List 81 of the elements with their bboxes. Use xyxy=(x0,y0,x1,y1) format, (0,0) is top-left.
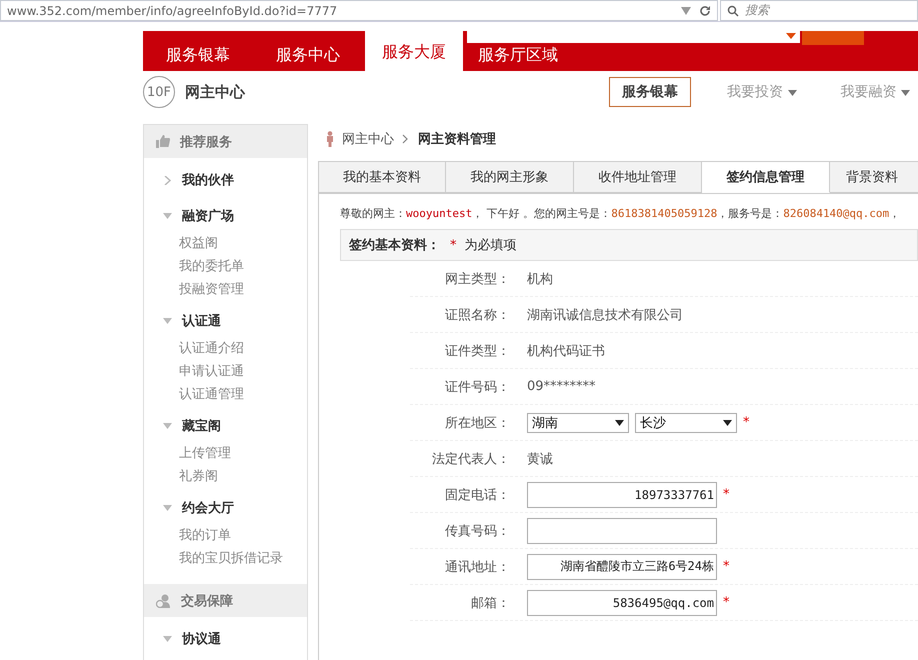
expand-caret-icon[interactable] xyxy=(163,318,172,324)
caret-icon xyxy=(788,90,797,96)
sidebar-item[interactable]: 礼券阁 xyxy=(144,465,307,488)
caret-icon xyxy=(901,90,910,96)
nav-tab[interactable]: 服务中心 xyxy=(253,44,363,66)
tab[interactable]: 我的网主形象 xyxy=(446,161,574,193)
dropdown-icon[interactable] xyxy=(681,6,691,14)
field-label: 法定代表人： xyxy=(431,450,510,468)
tab[interactable]: 签约信息管理 xyxy=(702,161,830,193)
chevron-icon xyxy=(402,134,408,144)
expand-caret-icon[interactable] xyxy=(163,636,172,642)
floor-badge: 10F xyxy=(143,76,175,108)
person-icon xyxy=(326,131,334,147)
select-field[interactable]: 长沙 xyxy=(635,412,737,432)
required-mark: * xyxy=(723,487,730,502)
sidebar-group[interactable]: 融资广场 xyxy=(182,207,234,225)
page-title: 网主中心 xyxy=(185,82,245,102)
caret-icon xyxy=(723,420,732,426)
field-label: 证件号码： xyxy=(444,378,510,396)
field-value: 黄诚 xyxy=(527,450,553,468)
search-input[interactable] xyxy=(465,31,802,45)
required-mark: * xyxy=(723,595,730,610)
field-label: 所在地区： xyxy=(444,414,510,432)
field-value: 湖南讯诚信息技术有限公司 xyxy=(527,306,683,324)
field-label: 证照名称： xyxy=(444,306,510,324)
search-icon xyxy=(727,4,739,16)
caret-icon xyxy=(615,420,624,426)
sidebar-item[interactable]: 上传管理 xyxy=(144,442,307,465)
sidebar-group[interactable]: 约会大厅 xyxy=(182,499,234,517)
tab[interactable]: 背景资料 xyxy=(830,161,918,193)
expand-caret-icon[interactable] xyxy=(163,213,172,219)
nav-tab[interactable]: 服务大厦 xyxy=(365,31,463,71)
section-header: 签约基本资料： * 为必填项 xyxy=(340,229,918,261)
sidebar-item[interactable]: 我的订单 xyxy=(144,524,307,547)
reload-icon[interactable] xyxy=(699,4,711,16)
field-label: 证件类型： xyxy=(444,342,510,360)
caret-icon xyxy=(786,33,796,39)
tab[interactable]: 我的基本资料 xyxy=(318,161,446,193)
sidebar-item[interactable]: 我的宝贝拆借记录 xyxy=(144,547,307,570)
field-label: 网主类型： xyxy=(444,270,510,288)
sidebar-header: 推荐服务 xyxy=(144,125,307,158)
input-field[interactable]: 5836495@qq.com xyxy=(527,590,717,616)
select-field[interactable]: 湖南 xyxy=(527,412,629,432)
nav-tab[interactable]: 服务银幕 xyxy=(143,44,253,66)
sidebar-group[interactable]: 我的伙伴 xyxy=(182,171,234,189)
sidebar-group[interactable]: 协议通 xyxy=(182,630,221,648)
search-field[interactable]: 搜索 xyxy=(720,0,918,21)
field-label: 邮箱： xyxy=(470,594,510,612)
field-value: 机构 xyxy=(527,270,553,288)
address-bar[interactable]: www.352.com/member/info/agreeInfoById.do?id=7777 xyxy=(0,0,718,21)
breadcrumb-link[interactable]: 网主中心 xyxy=(342,130,394,148)
sidebar-group[interactable]: 藏宝阁 xyxy=(182,417,221,435)
input-field[interactable] xyxy=(527,518,717,544)
required-mark: * xyxy=(723,559,730,574)
nav-tab[interactable]: 服务厅区域 xyxy=(463,44,573,66)
expand-caret-icon[interactable] xyxy=(163,505,172,511)
search-button[interactable] xyxy=(802,31,864,45)
service-button[interactable]: 服务银幕 xyxy=(609,77,692,107)
sidebar-item[interactable]: 认证通管理 xyxy=(144,383,307,406)
collapse-caret-icon[interactable] xyxy=(163,176,172,184)
sidebar-item[interactable]: 认证通介绍 xyxy=(144,337,307,360)
field-label: 固定电话： xyxy=(444,486,510,504)
field-label: 传真号码： xyxy=(444,522,510,540)
expand-caret-icon[interactable] xyxy=(163,423,172,429)
thumbs-up-icon xyxy=(156,135,170,148)
required-mark: * xyxy=(743,415,750,430)
user-shield-icon xyxy=(156,594,171,608)
input-field[interactable]: 湖南省醴陵市立三路6号24栋 xyxy=(527,554,717,580)
sidebar-item[interactable]: 申请认证通 xyxy=(144,360,307,383)
field-value: 机构代码证书 xyxy=(527,342,605,360)
greeting-text: 尊敬的网主：wooyuntest， 下午好 。您的网主号是：8618381405059128，服务号是：826084140@qq.com， xyxy=(340,206,902,221)
breadcrumb-current: 网主资料管理 xyxy=(418,130,496,148)
sidebar-item[interactable]: 我的委托单 xyxy=(144,255,307,278)
field-value: 09******** xyxy=(527,379,596,394)
sidebar-item[interactable]: 投融资管理 xyxy=(144,278,307,301)
sidebar-item[interactable]: 权益阁 xyxy=(144,232,307,255)
tab[interactable]: 收件地址管理 xyxy=(574,161,702,193)
input-field[interactable]: 18973337761 xyxy=(527,482,717,508)
sidebar-header: 交易保障 xyxy=(144,584,307,617)
sidebar-group[interactable]: 认证通 xyxy=(182,312,221,330)
field-label: 通讯地址： xyxy=(444,558,510,576)
